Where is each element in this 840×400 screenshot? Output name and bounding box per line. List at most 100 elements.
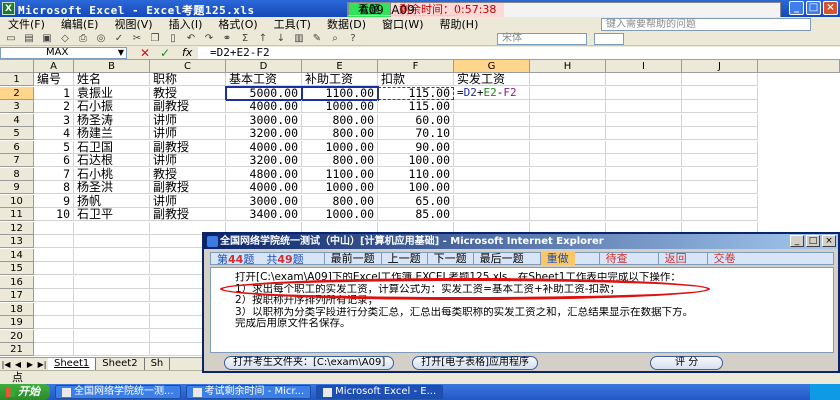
grid-cell[interactable]: 110.00 <box>378 167 454 181</box>
name-box[interactable]: MAX ▼ <box>0 47 127 59</box>
grid-cell[interactable]: 8 <box>34 181 74 194</box>
grid-cell[interactable] <box>606 113 682 127</box>
grid-cell[interactable] <box>606 100 682 113</box>
grid-cell[interactable]: 1000.00 <box>302 140 378 154</box>
row-header[interactable]: 6 <box>0 140 34 154</box>
grid-cell[interactable] <box>530 73 606 86</box>
tab-sheet3[interactable]: Sh <box>145 358 171 370</box>
grid-cell[interactable] <box>682 167 758 181</box>
grid-cell[interactable] <box>530 113 606 127</box>
grid-cell[interactable] <box>606 86 682 100</box>
grid-cell[interactable]: 100.00 <box>378 181 454 194</box>
open-spreadsheet-button[interactable]: 打开[电子表格]应用程序 <box>412 355 539 370</box>
grid-cell[interactable] <box>34 235 74 248</box>
grid-cell[interactable]: 85.00 <box>378 208 454 221</box>
font-select[interactable]: 宋体 <box>497 33 587 45</box>
menu-edit[interactable]: 编辑(E) <box>53 17 107 32</box>
grid-cell[interactable]: 教授 <box>150 86 226 100</box>
grid-cell[interactable] <box>682 100 758 113</box>
sort-asc-icon[interactable]: ↑ <box>256 33 270 45</box>
autosum-icon[interactable]: Σ <box>238 33 252 45</box>
grid-cell[interactable]: 5000.00 <box>225 85 303 101</box>
grid-cell[interactable] <box>74 275 150 289</box>
grid-cell[interactable]: 讲师 <box>150 194 226 208</box>
first-question-button[interactable]: 最前一题 <box>323 252 381 265</box>
grid-cell[interactable]: 6 <box>34 154 74 167</box>
redo-icon[interactable]: ↷ <box>202 33 216 45</box>
column-header[interactable]: J <box>682 60 758 73</box>
grid-cell[interactable] <box>74 316 150 329</box>
row-header[interactable]: 4 <box>0 113 34 127</box>
grid-cell[interactable]: 800.00 <box>302 113 378 127</box>
grid-cell[interactable]: 基本工资 <box>226 73 302 86</box>
review-later-button[interactable]: 待查 <box>598 252 634 265</box>
grid-cell[interactable] <box>530 154 606 167</box>
grid-cell[interactable]: 70.10 <box>378 127 454 140</box>
grid-cell[interactable] <box>682 140 758 154</box>
grid-cell[interactable]: 杨圣洪 <box>74 181 150 194</box>
grid-cell[interactable] <box>606 167 682 181</box>
grid-cell[interactable]: 3000.00 <box>226 194 302 208</box>
first-sheet-icon[interactable]: |◀ <box>0 360 12 369</box>
grid-cell[interactable]: 姓名 <box>74 73 150 86</box>
submit-exam-button[interactable]: 交卷 <box>706 252 742 265</box>
grid-cell[interactable]: 800.00 <box>302 194 378 208</box>
grid-cell[interactable] <box>530 127 606 140</box>
back-button[interactable]: 返回 <box>657 252 693 265</box>
grid-cell[interactable] <box>454 167 530 181</box>
grid-cell[interactable]: 4000.00 <box>226 140 302 154</box>
copy-icon[interactable]: ❐ <box>148 33 162 45</box>
grid-cell[interactable] <box>530 194 606 208</box>
grid-cell[interactable] <box>74 235 150 248</box>
row-header[interactable]: 17 <box>0 289 34 302</box>
grid-cell[interactable] <box>682 127 758 140</box>
grid-cell[interactable]: 石卫国 <box>74 140 150 154</box>
grid-cell[interactable] <box>682 181 758 194</box>
grid-cell[interactable] <box>74 343 150 356</box>
column-header[interactable]: H <box>530 60 606 73</box>
grid-cell[interactable]: 讲师 <box>150 127 226 140</box>
preview-icon[interactable]: ◎ <box>94 33 108 45</box>
grid-cell[interactable]: 副教授 <box>150 208 226 221</box>
grid-cell[interactable] <box>606 181 682 194</box>
help-icon[interactable]: ? <box>346 33 360 45</box>
grid-cell[interactable]: 115.00 <box>378 100 454 113</box>
column-header[interactable]: I <box>606 60 682 73</box>
close-icon[interactable]: × <box>823 1 838 15</box>
grid-cell[interactable]: 3000.00 <box>226 113 302 127</box>
grid-cell[interactable] <box>530 181 606 194</box>
grid-cell[interactable]: 1100.00 <box>301 85 379 101</box>
row-header[interactable]: 5 <box>0 127 34 140</box>
redo-button[interactable]: 重做 <box>539 252 575 265</box>
grid-cell[interactable]: 杨圣涛 <box>74 113 150 127</box>
grid-cell[interactable] <box>682 194 758 208</box>
grid-cell[interactable]: 职称 <box>150 73 226 86</box>
grid-cell[interactable] <box>530 100 606 113</box>
confirm-entry-icon[interactable]: ✓ <box>160 46 170 60</box>
cut-icon[interactable]: ✂ <box>130 33 144 45</box>
grid-cell[interactable] <box>454 181 530 194</box>
open-icon[interactable]: ▤ <box>22 33 36 45</box>
save-icon[interactable]: ▣ <box>40 33 54 45</box>
last-question-button[interactable]: 最后一题 <box>472 252 530 265</box>
menu-insert[interactable]: 插入(I) <box>161 17 211 32</box>
grid-cell[interactable] <box>34 221 74 235</box>
grid-cell[interactable] <box>34 329 74 343</box>
grid-cell[interactable]: 副教授 <box>150 100 226 113</box>
grid-cell[interactable]: 7 <box>34 167 74 181</box>
grid-cell[interactable]: 60.00 <box>378 113 454 127</box>
grid-cell[interactable]: 编号 <box>34 73 74 86</box>
minimize-icon[interactable]: _ <box>789 1 804 15</box>
grid-cell[interactable] <box>606 208 682 221</box>
grid-cell[interactable]: 10 <box>34 208 74 221</box>
grid-cell[interactable]: 1 <box>34 86 74 100</box>
grid-cell[interactable]: 3200.00 <box>226 154 302 167</box>
grid-cell[interactable]: 100.00 <box>378 154 454 167</box>
grid-cell[interactable] <box>682 73 758 86</box>
spelling-icon[interactable]: ✓ <box>112 33 126 45</box>
taskbar-item-ie[interactable]: 全国网络学院统一测... <box>55 385 181 399</box>
row-header[interactable]: 1 <box>0 73 34 86</box>
grid-cell[interactable]: 讲师 <box>150 154 226 167</box>
maximize-icon[interactable]: □ <box>806 235 820 247</box>
hyperlink-icon[interactable]: ⚭ <box>220 33 234 45</box>
